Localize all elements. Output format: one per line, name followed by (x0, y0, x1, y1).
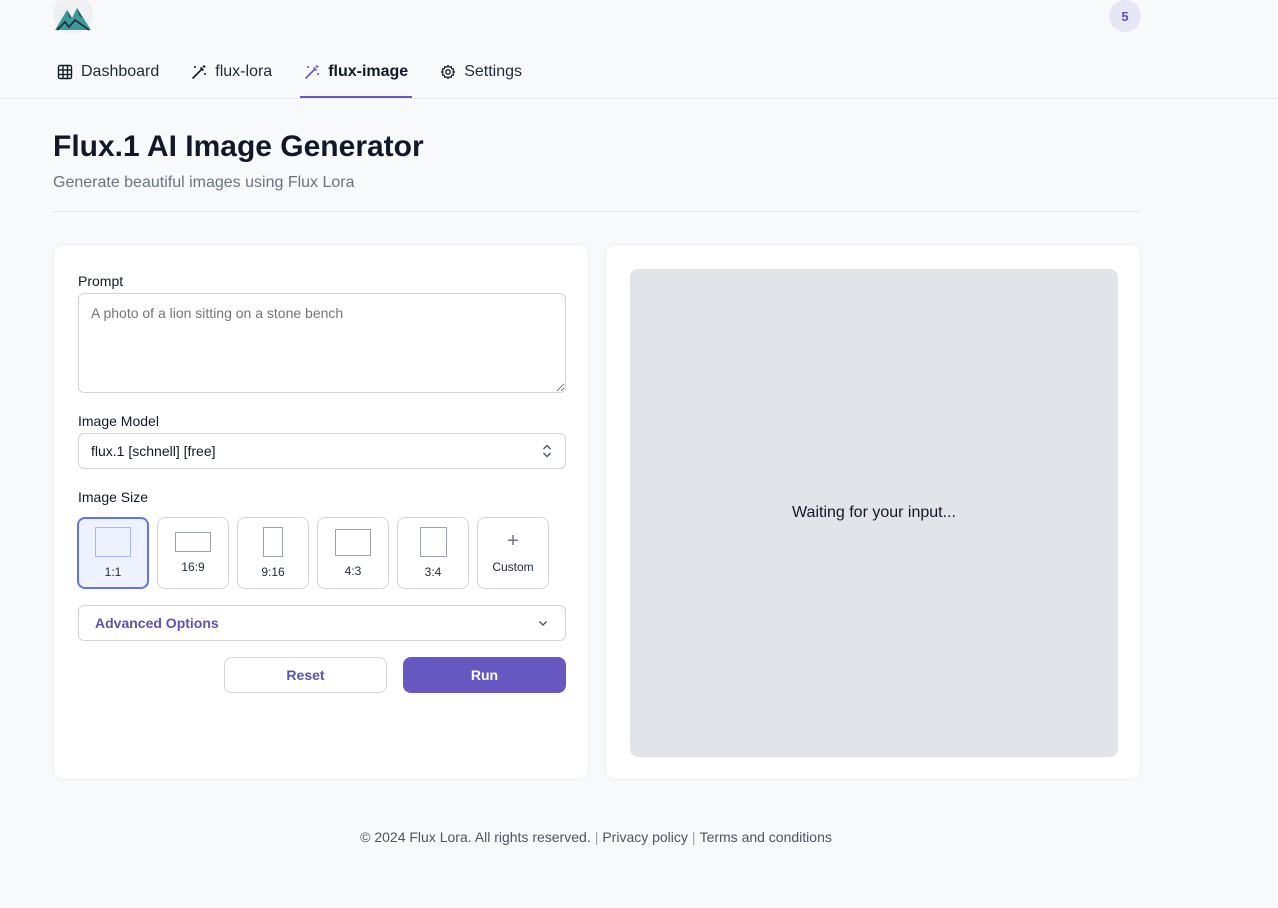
waiting-message: Waiting for your input... (792, 504, 956, 521)
footer-separator: | (691, 829, 696, 845)
copyright: © 2024 Flux Lora. All rights reserved. (360, 829, 591, 845)
size-option-1-1[interactable]: 1:1 (77, 517, 149, 589)
aspect-tall-icon (263, 527, 283, 557)
page-title: Flux.1 AI Image Generator (53, 130, 424, 163)
size-option-4-3[interactable]: 4:3 (317, 517, 389, 589)
chevron-down-icon (539, 621, 547, 626)
model-select-value: flux.1 [schnell] [free] (91, 443, 216, 459)
credits-badge[interactable]: 5 (1109, 0, 1141, 32)
aspect-landscape-icon (335, 528, 371, 556)
mountain-logo-icon (53, 0, 93, 34)
chevron-up-down-icon (543, 444, 551, 458)
gear-icon (441, 64, 456, 80)
prompt-input[interactable] (78, 293, 566, 393)
size-option-label: 3:4 (424, 565, 442, 579)
size-option-label: 16:9 (181, 560, 205, 574)
terms-link[interactable]: Terms and conditions (700, 829, 832, 845)
model-label: Image Model (78, 413, 159, 429)
size-option-label: Custom (492, 560, 534, 574)
tab-flux-lora[interactable]: flux-lora (187, 52, 276, 92)
tab-dashboard-label: Dashboard (81, 63, 160, 80)
privacy-link[interactable]: Privacy policy (602, 829, 688, 845)
size-option-3-4[interactable]: 3:4 (397, 517, 469, 589)
output-card: Waiting for your input... (605, 244, 1141, 780)
page-subtitle: Generate beautiful images using Flux Lor… (53, 174, 355, 191)
size-option-label: 9:16 (261, 565, 285, 579)
footer: © 2024 Flux Lora. All rights reserved. | P… (0, 829, 1192, 845)
tab-flux-image[interactable]: flux-image (300, 52, 413, 98)
model-select[interactable]: flux.1 [schnell] [free] (78, 433, 566, 469)
aspect-square-icon (95, 527, 131, 557)
size-option-16-9[interactable]: 16:9 (157, 517, 229, 589)
prompt-label: Prompt (78, 273, 124, 289)
magic-wand-icon (192, 65, 207, 79)
grid-icon (57, 64, 73, 80)
size-options: 1:1 16:9 9:16 4:3 3:4 + Custom (77, 517, 557, 589)
plus-icon: + (507, 530, 519, 552)
size-option-custom[interactable]: + Custom (477, 517, 549, 589)
run-button[interactable]: Run (403, 657, 566, 693)
aspect-wide-icon (175, 532, 211, 552)
main-nav: Dashboard flux-lora flux-image Settings (53, 52, 550, 99)
advanced-options-label: Advanced Options (95, 615, 219, 631)
header: 5 Dashboard flux-lora flux-image Setting… (0, 0, 1278, 99)
output-preview: Waiting for your input... (630, 269, 1118, 757)
tab-flux-image-label: flux-image (328, 63, 409, 80)
tab-settings[interactable]: Settings (436, 52, 526, 92)
size-option-9-16[interactable]: 9:16 (237, 517, 309, 589)
reset-button[interactable]: Reset (224, 657, 387, 693)
size-option-label: 4:3 (344, 563, 362, 578)
generator-form-card: Prompt Image Model flux.1 [schnell] [fre… (53, 244, 589, 780)
magic-wand-icon (305, 65, 320, 79)
size-label: Image Size (78, 489, 149, 505)
divider (53, 211, 1141, 212)
tab-dashboard[interactable]: Dashboard (53, 52, 163, 92)
logo[interactable] (53, 0, 93, 34)
aspect-portrait-icon (419, 527, 447, 557)
tab-flux-lora-label: flux-lora (215, 63, 273, 80)
tab-settings-label: Settings (464, 63, 523, 80)
footer-separator: | (594, 829, 599, 845)
size-option-label: 1:1 (104, 565, 122, 579)
advanced-options-toggle[interactable]: Advanced Options (78, 605, 566, 641)
